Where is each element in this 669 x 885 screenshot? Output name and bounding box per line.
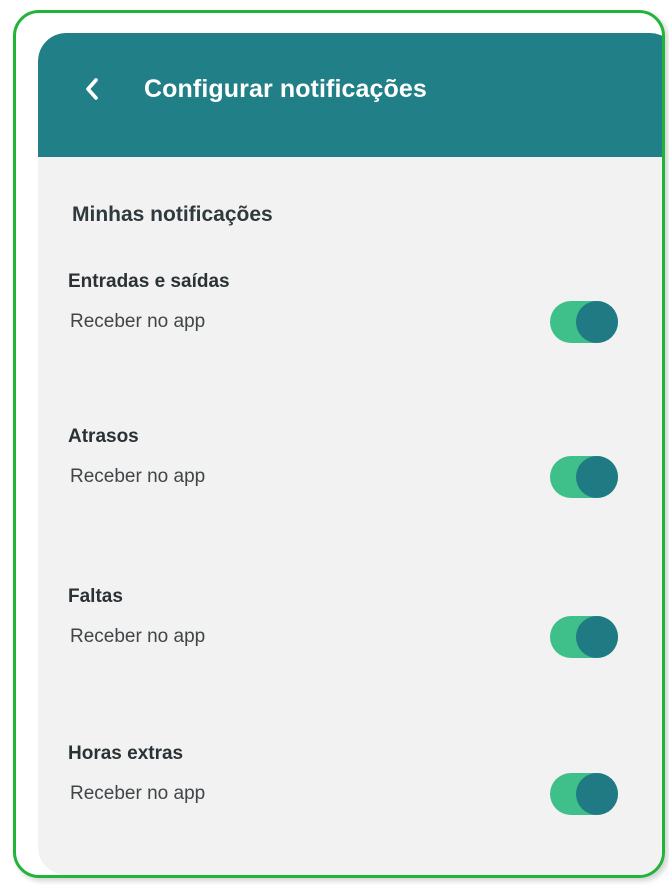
- page-title: Configurar notificações: [144, 75, 427, 103]
- setting-horas-extras: Horas extras Receber no app: [38, 743, 662, 833]
- setting-subtitle: Receber no app: [70, 466, 206, 487]
- toggle-atrasos[interactable]: [550, 456, 618, 498]
- app-screen: Configurar notificações Minhas notificaç…: [38, 33, 662, 875]
- setting-title: Atrasos: [68, 426, 139, 447]
- setting-faltas: Faltas Receber no app: [38, 586, 662, 676]
- app-bar: Configurar notificações: [38, 33, 662, 157]
- screenshot-frame: Configurar notificações Minhas notificaç…: [13, 10, 665, 878]
- section-title: Minhas notificações: [72, 203, 273, 226]
- toggle-knob: [576, 616, 618, 658]
- back-button[interactable]: [74, 69, 110, 109]
- setting-subtitle: Receber no app: [70, 626, 206, 647]
- toggle-faltas[interactable]: [550, 616, 618, 658]
- toggle-knob: [576, 456, 618, 498]
- toggle-knob: [576, 773, 618, 815]
- setting-subtitle: Receber no app: [70, 311, 206, 332]
- setting-subtitle: Receber no app: [70, 783, 206, 804]
- setting-entradas-saidas: Entradas e saídas Receber no app: [38, 271, 662, 361]
- setting-title: Faltas: [68, 586, 123, 607]
- toggle-entradas-saidas[interactable]: [550, 301, 618, 343]
- setting-atrasos: Atrasos Receber no app: [38, 426, 662, 516]
- setting-title: Horas extras: [68, 743, 184, 764]
- toggle-knob: [576, 301, 618, 343]
- chevron-left-icon: [86, 78, 98, 100]
- toggle-horas-extras[interactable]: [550, 773, 618, 815]
- setting-title: Entradas e saídas: [68, 271, 230, 292]
